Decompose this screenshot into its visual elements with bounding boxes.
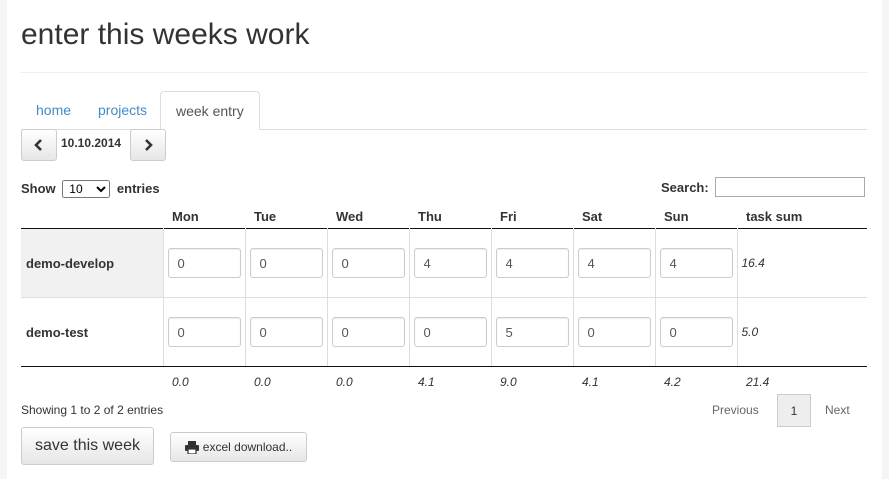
task-sum: 5.0 [736, 297, 867, 367]
excel-download-button[interactable]: excel download.. [170, 432, 307, 462]
hours-input-wed[interactable] [331, 248, 405, 278]
title-divider [21, 72, 867, 73]
hours-input-sun[interactable] [659, 248, 733, 278]
table-header-row: Mon Tue Wed Thu Fri Sat Sun task sum [21, 204, 867, 229]
day-cell [490, 228, 573, 298]
hours-input-tue[interactable] [249, 248, 323, 278]
project-name: demo-develop [21, 228, 163, 298]
nav-tabs: home projects week entry [21, 91, 867, 130]
day-cell [572, 228, 655, 298]
day-cell [408, 297, 491, 367]
total-thu: 4.1 [418, 375, 435, 389]
search-input[interactable] [715, 177, 865, 197]
day-cell [162, 297, 245, 367]
total-sun: 4.2 [664, 375, 681, 389]
search-label: Search: [661, 180, 709, 195]
excel-download-label: excel download.. [202, 440, 293, 454]
task-sum: 16.4 [736, 228, 867, 298]
hours-input-tue[interactable] [249, 317, 323, 347]
day-cell [244, 297, 327, 367]
total-task-sum: 21.4 [746, 375, 770, 389]
header-fri: Fri [500, 208, 517, 224]
header-thu: Thu [418, 208, 442, 224]
length-control: Show 10 entries [21, 180, 160, 198]
header-wed: Wed [336, 208, 364, 224]
printer-icon [184, 440, 199, 454]
entries-label: entries [116, 181, 160, 196]
tab-home[interactable]: home [21, 91, 86, 128]
hours-input-thu[interactable] [413, 317, 487, 347]
table-info: Showing 1 to 2 of 2 entries [21, 403, 164, 417]
total-tue: 0.0 [254, 375, 271, 389]
hours-input-thu[interactable] [413, 248, 487, 278]
next-week-button[interactable] [130, 129, 166, 161]
hours-input-fri[interactable] [495, 248, 569, 278]
day-cell [326, 297, 409, 367]
pagination-previous[interactable]: Previous [712, 403, 759, 417]
header-project [21, 204, 163, 229]
total-wed: 0.0 [336, 375, 353, 389]
total-mon: 0.0 [172, 375, 189, 389]
tab-projects[interactable]: projects [83, 91, 162, 128]
day-cell [162, 228, 245, 298]
week-table: Mon Tue Wed Thu Fri Sat Sun task sum dem… [21, 204, 867, 397]
week-date: 10.10.2014 [61, 136, 122, 150]
header-sat: Sat [582, 208, 603, 224]
day-cell [244, 228, 327, 298]
table-row: demo-test 5.0 [21, 297, 867, 367]
entries-select[interactable]: 10 [62, 180, 111, 198]
day-cell [326, 228, 409, 298]
hours-input-sat[interactable] [577, 248, 651, 278]
totals-label [21, 367, 163, 398]
hours-input-wed[interactable] [331, 317, 405, 347]
pagination-next[interactable]: Next [825, 403, 850, 417]
header-sun: Sun [664, 208, 689, 224]
prev-week-button[interactable] [21, 129, 57, 161]
page-title: enter this weeks work [21, 18, 310, 51]
day-cell [654, 297, 737, 367]
chevron-left-icon [34, 139, 42, 151]
day-cell [654, 228, 737, 298]
day-cell [572, 297, 655, 367]
tab-week-entry[interactable]: week entry [160, 91, 260, 130]
chevron-right-icon [145, 139, 153, 151]
save-week-button[interactable]: save this week [21, 427, 154, 465]
totals-row: 0.0 0.0 0.0 4.1 9.0 4.1 4.2 21.4 [21, 367, 867, 398]
pagination-page-1[interactable]: 1 [777, 394, 811, 427]
page-container: enter this weeks work home projects week… [7, 0, 882, 479]
header-tue: Tue [254, 208, 277, 224]
day-cell [408, 228, 491, 298]
show-label: Show [21, 181, 56, 196]
header-task-sum: task sum [746, 208, 803, 224]
hours-input-fri[interactable] [495, 317, 569, 347]
total-fri: 9.0 [500, 375, 517, 389]
hours-input-sat[interactable] [577, 317, 651, 347]
hours-input-mon[interactable] [167, 317, 241, 347]
hours-input-mon[interactable] [167, 248, 241, 278]
table-row: demo-develop 16.4 [21, 228, 867, 298]
hours-input-sun[interactable] [659, 317, 733, 347]
day-cell [490, 297, 573, 367]
total-sat: 4.1 [582, 375, 599, 389]
project-name: demo-test [21, 297, 163, 367]
header-mon: Mon [172, 208, 199, 224]
